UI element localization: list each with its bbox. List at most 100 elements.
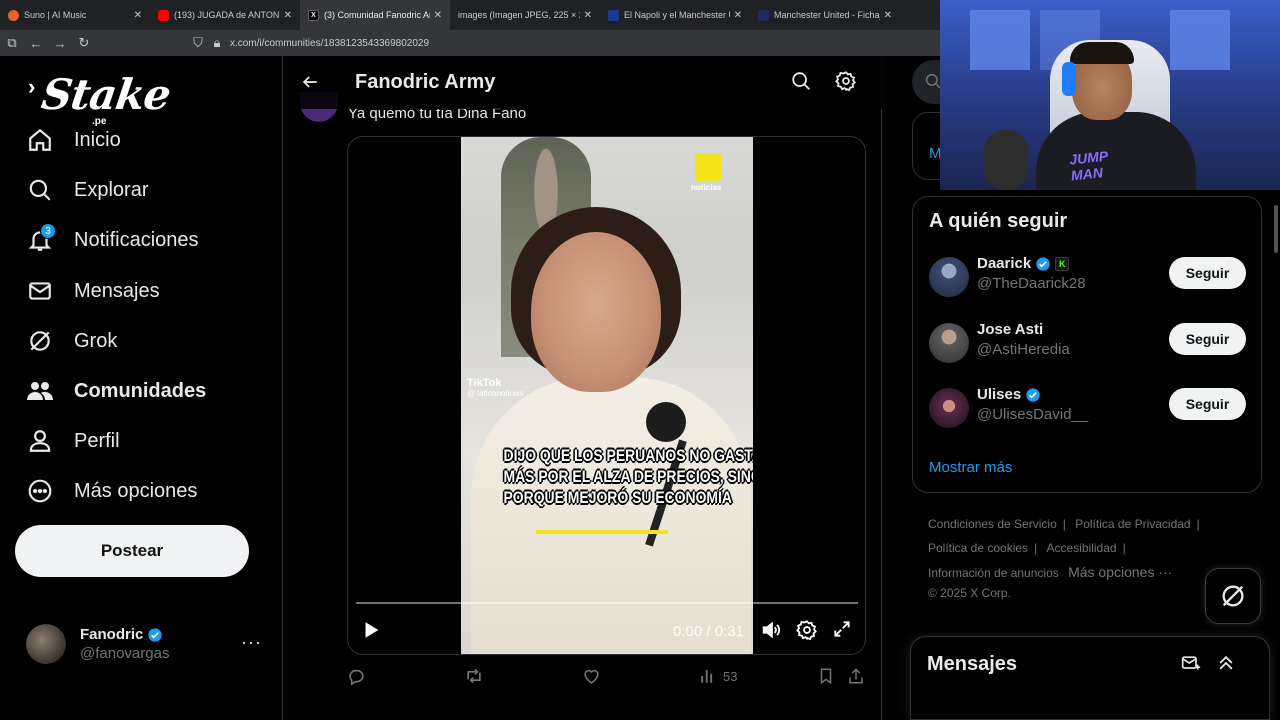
nav-item-mensajes[interactable]: Mensajes	[26, 273, 160, 309]
browser-tab-active[interactable]: X (3) Comunidad Fanodric Army / ✕	[300, 0, 450, 30]
follow-suggestion[interactable]: Jose Asti @AstiHeredia Seguir	[913, 315, 1263, 373]
tab-title: Manchester United - Fichajes mercado	[774, 10, 880, 20]
views-button[interactable]: 53	[699, 666, 737, 686]
people-icon	[26, 377, 54, 405]
scrollbar[interactable]	[1274, 205, 1278, 253]
suggestion-name[interactable]: Jose Asti	[977, 321, 1043, 338]
stake-logo[interactable]: › Stake .pe	[28, 70, 173, 130]
repost-icon[interactable]	[464, 666, 484, 686]
nav-item-comunidades[interactable]: Comunidades	[26, 373, 206, 409]
chevron-up-icon[interactable]	[1216, 653, 1238, 675]
follow-button[interactable]: Seguir	[1169, 323, 1246, 355]
suno-favicon-icon	[8, 9, 19, 21]
footer-link-privacy[interactable]: Política de Privacidad	[1075, 517, 1190, 531]
brand-mark-icon	[695, 153, 721, 181]
new-message-icon[interactable]	[1181, 653, 1203, 675]
video-controls: 0:00 / 0:31	[348, 607, 865, 654]
browser-tab[interactable]: (193) JUGADA de ANTONY baila ✕	[150, 0, 300, 30]
profile-info: Fanodric @fanovargas	[80, 626, 169, 662]
nav-item-explorar[interactable]: Explorar	[26, 172, 148, 208]
profile-handle: @fanovargas	[80, 645, 170, 662]
account-switcher[interactable]: Fanodric @fanovargas ···	[26, 622, 266, 666]
nav-label: Más opciones	[74, 479, 198, 502]
follow-button[interactable]: Seguir	[1169, 257, 1246, 289]
url-input[interactable]: x.com/i/communities/1838123543369802029	[230, 38, 429, 49]
suggestion-name[interactable]: Daarick K	[977, 255, 1070, 272]
lock-icon: 🔒︎	[213, 35, 221, 50]
user-icon	[26, 427, 54, 455]
nav-item-mas-opciones[interactable]: Más opciones	[26, 473, 197, 509]
site-favicon-icon	[758, 9, 769, 21]
nav-label: Mensajes	[74, 279, 160, 302]
caption-line: PORQUE MEJORÓ SU ECONOMÍA	[503, 488, 732, 507]
tab-overview-icon[interactable]: ⧉	[0, 35, 24, 51]
show-more-link[interactable]: Mostrar más	[929, 459, 1012, 476]
footer-link-more[interactable]: Más opciones ···	[1068, 564, 1172, 580]
microphone-icon	[984, 130, 1028, 190]
close-icon[interactable]: ✕	[134, 10, 142, 21]
search-icon[interactable]	[790, 70, 816, 96]
messages-drawer[interactable]: Mensajes	[910, 636, 1270, 720]
avatar[interactable]	[929, 323, 969, 363]
video-player[interactable]: noticias TikTok @ latinanoticias DIJO QU…	[347, 136, 866, 655]
footer-link-terms[interactable]: Condiciones de Servicio	[928, 517, 1057, 531]
like-icon[interactable]	[582, 666, 601, 686]
nav-item-perfil[interactable]: Perfil	[26, 423, 120, 459]
reply-icon[interactable]	[347, 666, 366, 686]
views-icon	[701, 670, 713, 683]
gear-icon[interactable]	[835, 70, 861, 96]
grok-floating-button[interactable]	[1205, 568, 1261, 624]
footer-link-accessibility[interactable]: Accesibilidad	[1047, 541, 1117, 555]
follow-button[interactable]: Seguir	[1169, 388, 1246, 420]
close-icon[interactable]: ✕	[884, 10, 892, 21]
logo-mark-icon: ›	[28, 74, 36, 99]
logo-text: Stake	[38, 70, 174, 119]
nav-label: Comunidades	[74, 379, 207, 402]
video-frame[interactable]: noticias TikTok @ latinanoticias DIJO QU…	[461, 137, 753, 654]
avatar[interactable]	[929, 388, 969, 428]
forward-arrow-icon[interactable]: →	[48, 36, 72, 51]
back-arrow-icon[interactable]	[296, 68, 324, 96]
post-button[interactable]: Postear	[15, 525, 249, 577]
play-icon[interactable]	[360, 619, 384, 643]
profile-name: Fanodric	[80, 626, 169, 643]
footer-link-cookies[interactable]: Política de cookies	[928, 541, 1028, 555]
share-icon[interactable]	[847, 666, 865, 686]
close-icon[interactable]: ✕	[284, 10, 292, 21]
suggestion-name[interactable]: Ulises	[977, 386, 1041, 403]
browser-tab[interactable]: Manchester United - Fichajes mercado ✕	[750, 0, 900, 30]
close-icon[interactable]: ✕	[434, 10, 442, 21]
shield-icon[interactable]: ⛉	[186, 35, 210, 51]
bookmark-icon[interactable]	[817, 666, 835, 686]
suggestion-name-text: Daarick	[977, 255, 1032, 272]
gear-icon[interactable]	[796, 619, 820, 643]
tweet-actions: 53	[347, 664, 866, 688]
grok-icon	[26, 327, 54, 355]
avatar[interactable]	[929, 257, 969, 297]
section-title: A quién seguir	[929, 210, 1068, 232]
footer-links: Condiciones de Servicio | Política de Pri…	[928, 517, 1200, 600]
fullscreen-icon[interactable]	[832, 619, 856, 643]
close-icon[interactable]: ✕	[584, 10, 592, 21]
follow-suggestion[interactable]: Ulises @UlisesDavid__ Seguir	[913, 380, 1263, 438]
volume-icon[interactable]	[760, 619, 784, 643]
close-icon[interactable]: ✕	[734, 10, 742, 21]
browser-tab[interactable]: El Napoli y el Manchester United ✕	[600, 0, 750, 30]
site-favicon-icon	[608, 9, 619, 21]
follow-suggestion[interactable]: Daarick K @TheDaarick28 Seguir	[913, 249, 1263, 307]
browser-tab[interactable]: Suno | AI Music ✕	[0, 0, 150, 30]
reload-icon[interactable]: ↻	[72, 35, 96, 51]
footer-link-ads-info[interactable]: Información de anuncios	[928, 566, 1059, 580]
suggestion-name-text: Jose Asti	[977, 321, 1044, 338]
nav-item-grok[interactable]: Grok	[26, 323, 117, 359]
back-arrow-icon[interactable]: ←	[24, 36, 48, 51]
webcam-wall-panel	[1170, 10, 1230, 70]
webcam-wall-panel	[970, 10, 1030, 70]
nav-label: Inicio	[74, 128, 121, 151]
brand-label: noticias	[691, 183, 722, 192]
video-progress-bar[interactable]	[356, 602, 858, 604]
more-horizontal-icon[interactable]: ···	[241, 632, 262, 653]
nav-item-inicio[interactable]: Inicio	[26, 122, 121, 158]
browser-tab[interactable]: images (Imagen JPEG, 225 × 225 píxeles) …	[450, 0, 600, 30]
nav-item-notificaciones[interactable]: 3 Notificaciones	[26, 222, 199, 258]
